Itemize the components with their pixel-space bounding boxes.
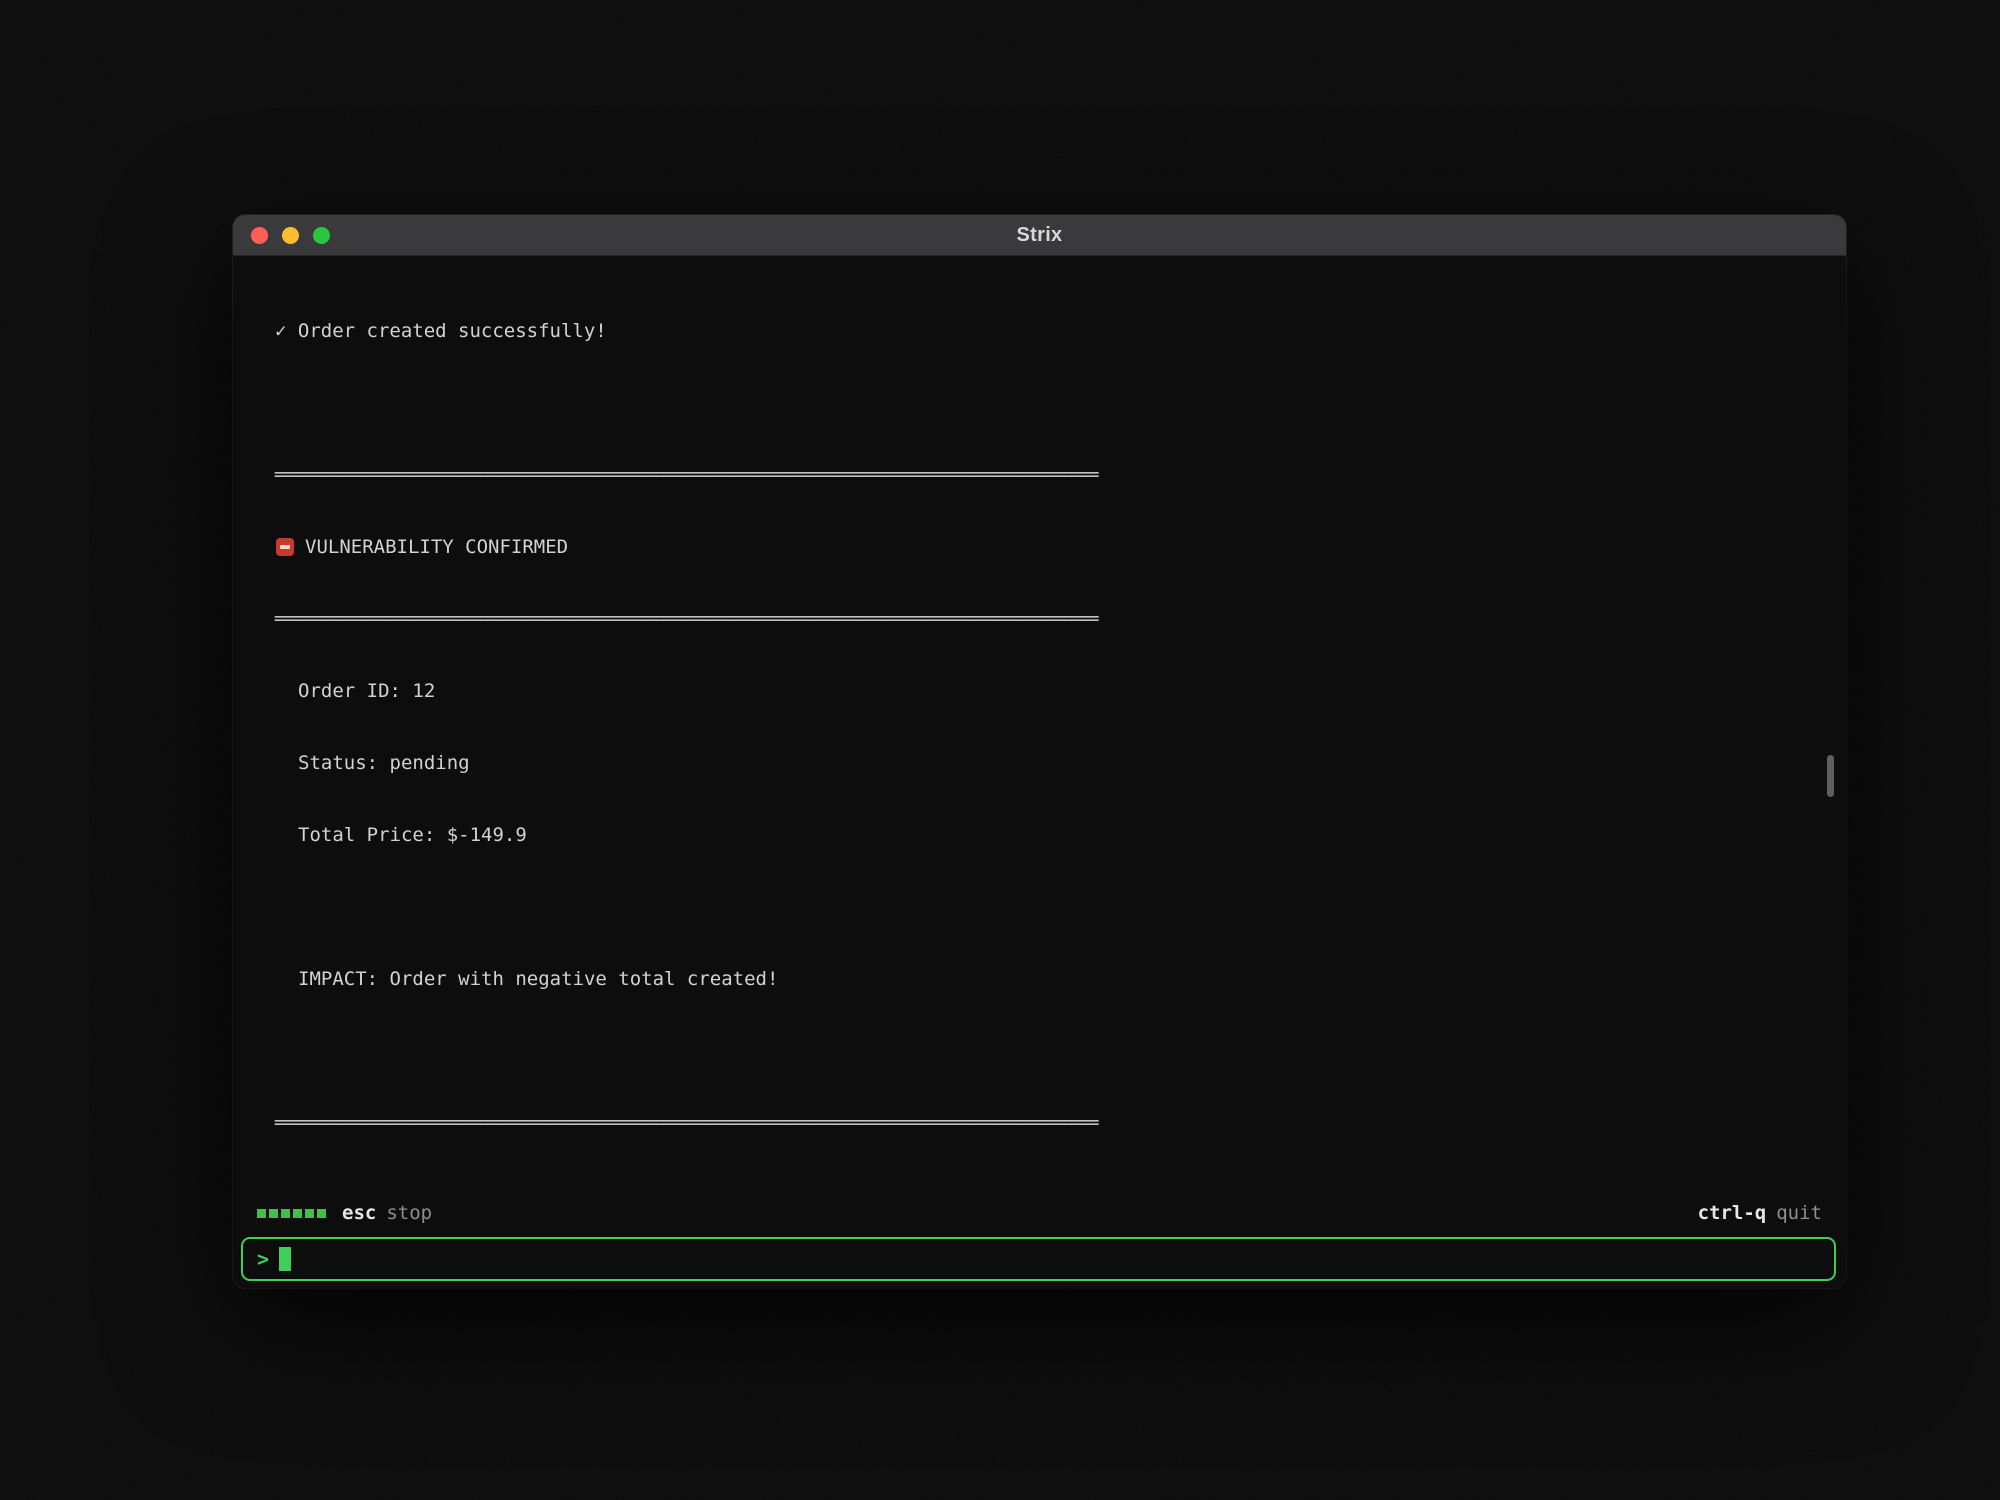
quit-hint-label: quit bbox=[1776, 1202, 1822, 1224]
statusbar-right: ctrl-q quit bbox=[1698, 1202, 1822, 1224]
total-price-line: Total Price: $-149.9 bbox=[275, 823, 1846, 847]
text-cursor bbox=[279, 1247, 291, 1271]
status-bar: esc stop ctrl-q quit bbox=[257, 1201, 1822, 1225]
scrollbar-thumb[interactable] bbox=[1827, 755, 1834, 797]
input-prompt: > bbox=[257, 1247, 269, 1271]
window-title: Strix bbox=[233, 224, 1846, 247]
statusbar-left: esc stop bbox=[257, 1202, 432, 1224]
activity-spinner-icon bbox=[257, 1209, 326, 1218]
window-titlebar: Strix bbox=[233, 215, 1846, 256]
esc-key-hint: esc bbox=[342, 1202, 376, 1224]
separator-line: ════════════════════════════════════════… bbox=[275, 463, 1846, 487]
separator-line: ════════════════════════════════════════… bbox=[275, 1111, 1846, 1135]
ctrl-q-key-hint: ctrl-q bbox=[1698, 1202, 1767, 1224]
vulnerability-confirmed-line: VULNERABILITY CONFIRMED bbox=[275, 535, 1846, 559]
vulnerability-confirmed-label: VULNERABILITY CONFIRMED bbox=[305, 535, 568, 559]
order-success-line: ✓ Order created successfully! bbox=[275, 319, 1846, 343]
stop-hint-label: stop bbox=[386, 1202, 432, 1224]
separator-line: ════════════════════════════════════════… bbox=[275, 607, 1846, 631]
order-id-line: Order ID: 12 bbox=[275, 679, 1846, 703]
terminal-stream: ✓ Order created successfully! ══════════… bbox=[233, 256, 1846, 1196]
command-input[interactable]: > bbox=[241, 1237, 1836, 1281]
terminal-output: ✓ Order created successfully! ══════════… bbox=[233, 256, 1846, 1196]
red-alert-icon bbox=[275, 536, 295, 558]
order-status-line: Status: pending bbox=[275, 751, 1846, 775]
impact-line: IMPACT: Order with negative total create… bbox=[275, 967, 1846, 991]
strix-terminal-window: Strix ✓ Order created successfully! ════… bbox=[233, 215, 1846, 1288]
